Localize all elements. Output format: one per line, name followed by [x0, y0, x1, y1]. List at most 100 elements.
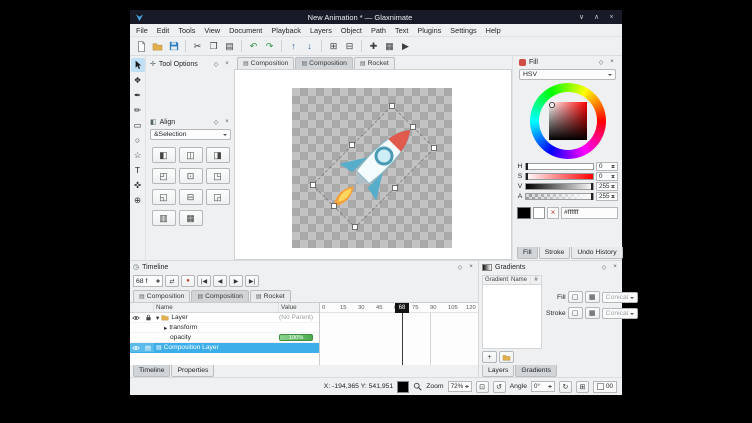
fill-titlebar[interactable]: Fill ◇ ×: [516, 56, 619, 68]
gradients-list[interactable]: [482, 285, 542, 349]
next-frame-button[interactable]: ▶|: [245, 275, 259, 287]
add-button[interactable]: ✚: [366, 39, 381, 54]
visibility-eye-icon[interactable]: [130, 343, 142, 352]
saturation-value-square[interactable]: [549, 102, 587, 140]
pen-tool-button[interactable]: ✒: [131, 88, 145, 102]
opacity-value-badge[interactable]: 100%: [279, 334, 313, 341]
timeline-tab-rocket[interactable]: ▤Rocket: [250, 290, 291, 302]
tool-options-titlebar[interactable]: ✛ Tool Options ◇ ×: [147, 58, 234, 70]
stroke-gradient-none-button[interactable]: ▢: [568, 307, 583, 319]
menu-plugins[interactable]: Plugins: [417, 26, 441, 35]
align-left-button[interactable]: ◧: [152, 147, 176, 163]
current-color-indicator[interactable]: [397, 381, 409, 393]
value-slider[interactable]: [525, 183, 594, 190]
menu-text[interactable]: Text: [395, 26, 408, 35]
color-space-select[interactable]: HSV: [519, 69, 616, 80]
hue-wheel[interactable]: [530, 83, 606, 159]
menu-playback[interactable]: Playback: [271, 26, 301, 35]
align-right-button[interactable]: ◨: [206, 147, 230, 163]
hue-value-spin[interactable]: 0: [596, 162, 618, 171]
prev-frame-button[interactable]: ◀: [213, 275, 227, 287]
tab-fill[interactable]: Fill: [517, 247, 538, 259]
menu-help[interactable]: Help: [486, 26, 501, 35]
move-down-button[interactable]: ↓: [302, 39, 317, 54]
canvas-viewport[interactable]: [234, 69, 512, 260]
move-up-button[interactable]: ↑: [286, 39, 301, 54]
stroke-gradient-type-select[interactable]: Conical: [602, 308, 638, 319]
rectangle-tool-button[interactable]: ▭: [131, 118, 145, 132]
timeline-tab-composition-2[interactable]: ▤Composition: [191, 290, 248, 302]
layer-row[interactable]: ▾ Layer (No Parent): [130, 313, 319, 323]
float-panel-icon[interactable]: ◇: [212, 119, 220, 126]
record-button[interactable]: ●: [181, 275, 195, 287]
composition-layer-row[interactable]: ▤ ▤ Composition Layer: [130, 343, 319, 353]
align-top-right-button[interactable]: ◳: [206, 168, 230, 184]
zoom-reset-button[interactable]: ↺: [493, 381, 506, 393]
undo-button[interactable]: ↶: [246, 39, 261, 54]
opacity-row[interactable]: opacity 100%: [130, 333, 319, 343]
tab-composition-2[interactable]: ▤Composition: [295, 57, 352, 69]
close-panel-icon[interactable]: ×: [608, 59, 616, 65]
sv-cursor[interactable]: [550, 103, 554, 107]
frame-ruler[interactable]: 0 15 30 45 60 75 90 105 120 68: [320, 303, 478, 313]
angle-reset-button[interactable]: ↻: [559, 381, 572, 393]
titlebar[interactable]: New Animation * — Glaxnimate ∨ ∧ ×: [130, 10, 622, 24]
alpha-slider[interactable]: [525, 193, 594, 200]
hex-color-input[interactable]: #ffffff: [561, 207, 618, 219]
pencil-tool-button[interactable]: ✏: [131, 103, 145, 117]
maximize-button[interactable]: ∧: [591, 13, 602, 21]
group-button[interactable]: ⊞: [326, 39, 341, 54]
tab-layers[interactable]: Layers: [482, 365, 514, 377]
timeline-titlebar[interactable]: ◷ Timeline ◇ ×: [130, 261, 478, 273]
menu-document[interactable]: Document: [229, 26, 262, 35]
minimize-button[interactable]: ∨: [576, 13, 587, 21]
timeline-ruler[interactable]: 0 15 30 45 60 75 90 105 120 68: [320, 303, 478, 365]
tab-gradients[interactable]: Gradients: [515, 365, 556, 377]
new-file-button[interactable]: [134, 39, 149, 54]
float-panel-icon[interactable]: ◇: [597, 59, 605, 66]
saturation-value-spin[interactable]: 0: [596, 172, 618, 181]
lock-icon[interactable]: [142, 314, 154, 321]
zoom-spin[interactable]: 72%: [448, 381, 472, 392]
paste-button[interactable]: ▤: [222, 39, 237, 54]
transform-row[interactable]: ▸ transform: [130, 323, 319, 333]
value-value-spin[interactable]: 255: [596, 182, 618, 191]
open-button[interactable]: [150, 39, 165, 54]
expand-arrow-icon[interactable]: ▸: [164, 324, 167, 332]
tab-composition-1[interactable]: ▤Composition: [237, 57, 294, 69]
align-titlebar[interactable]: ◧ Align ◇ ×: [147, 116, 234, 128]
fill-gradient-none-button[interactable]: ▢: [568, 291, 583, 303]
color-picker-tool-button[interactable]: ✜: [131, 178, 145, 192]
gradients-titlebar[interactable]: Gradients ◇ ×: [479, 261, 622, 273]
alpha-value-spin[interactable]: 255: [596, 192, 618, 201]
close-panel-icon[interactable]: ×: [467, 264, 475, 270]
align-bottom-left-button[interactable]: ◱: [152, 189, 176, 205]
redo-button[interactable]: ↷: [262, 39, 277, 54]
new-gradient-folder-button[interactable]: [499, 351, 514, 363]
menu-layers[interactable]: Layers: [310, 26, 332, 35]
menu-path[interactable]: Path: [371, 26, 386, 35]
fill-gradient-use-button[interactable]: ▦: [585, 291, 600, 303]
align-top-left-button[interactable]: ◰: [152, 168, 176, 184]
align-bottom-right-button[interactable]: ◲: [206, 189, 230, 205]
menu-settings[interactable]: Settings: [450, 26, 476, 35]
timeline-tab-composition-1[interactable]: ▤Composition: [133, 290, 190, 302]
copy-button[interactable]: ❐: [206, 39, 221, 54]
edit-nodes-tool-button[interactable]: ❖: [131, 73, 145, 87]
play-button[interactable]: ▶: [229, 275, 243, 287]
distribute-h-button[interactable]: ▥: [152, 210, 176, 226]
save-button[interactable]: [166, 39, 181, 54]
current-color-swatch[interactable]: [533, 207, 545, 219]
grid-toggle-button[interactable]: ⊞: [576, 381, 589, 393]
tab-undo-history[interactable]: Undo History: [571, 247, 622, 259]
align-center-button[interactable]: ⊡: [179, 168, 203, 184]
layer-parent-value[interactable]: (No Parent): [279, 314, 319, 321]
float-panel-icon[interactable]: ◇: [456, 264, 464, 271]
close-panel-icon[interactable]: ×: [223, 119, 231, 125]
ellipse-tool-button[interactable]: ○: [131, 133, 145, 147]
zoom-fit-button[interactable]: ⊡: [476, 381, 489, 393]
clear-color-button[interactable]: ×: [547, 207, 559, 219]
star-tool-button[interactable]: ☆: [131, 148, 145, 162]
close-panel-icon[interactable]: ×: [223, 61, 231, 67]
align-hcenter-button[interactable]: ◫: [179, 147, 203, 163]
